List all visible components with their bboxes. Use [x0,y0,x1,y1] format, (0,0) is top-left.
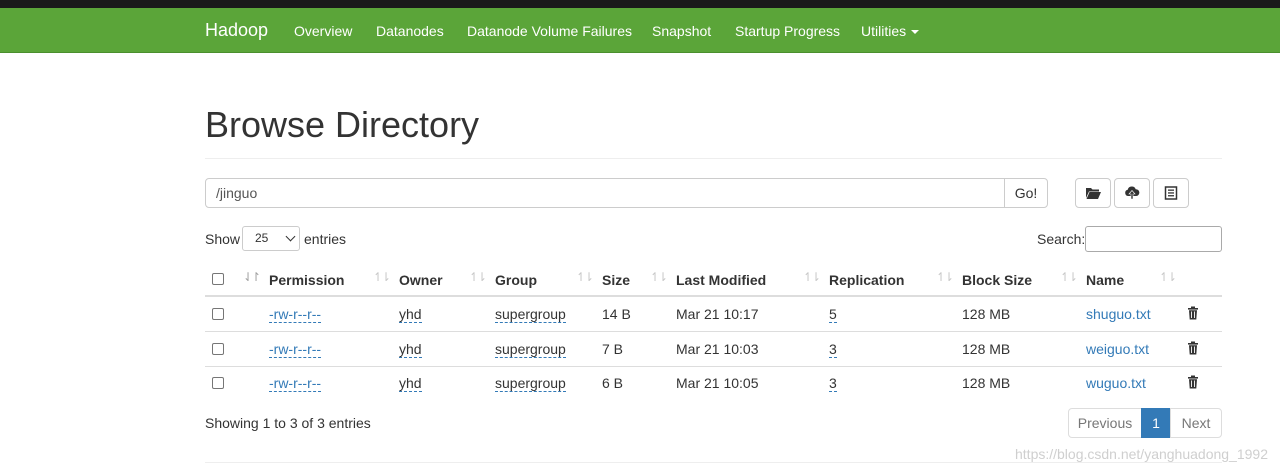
last-modified-cell: Mar 21 10:03 [676,341,759,357]
group-cell[interactable]: supergroup [495,306,566,323]
nav-datanodes[interactable]: Datanodes [376,23,444,39]
page-size-value: 25 [255,231,269,245]
row-checkbox[interactable] [212,308,224,320]
column-header-owner[interactable]: Owner [399,272,443,288]
permission-cell[interactable]: -rw-r--r-- [269,341,322,358]
sort-icon-group: ↿⇂ [576,270,594,284]
list-alt-icon [1164,186,1178,200]
column-header-group[interactable]: Group [495,272,537,288]
row-checkbox[interactable] [212,343,224,355]
column-header-replication[interactable]: Replication [829,272,904,288]
group-cell[interactable]: supergroup [495,375,566,392]
table-info-text: Showing 1 to 3 of 3 entries [205,415,371,431]
folder-open-icon [1086,188,1101,199]
trash-icon[interactable] [1186,306,1200,320]
upload-files-button[interactable] [1114,178,1150,208]
column-header-name[interactable]: Name [1086,272,1124,288]
search-input[interactable] [1085,226,1222,252]
directory-path-input[interactable] [205,178,1005,208]
last-modified-cell: Mar 21 10:17 [676,306,759,322]
row-divider [205,331,1222,332]
next-page-button[interactable]: Next [1170,408,1222,438]
file-name-link[interactable]: weiguo.txt [1086,341,1149,357]
entries-label: entries [304,231,347,247]
table-header-divider [205,295,1222,297]
caret-down-icon [911,30,920,35]
size-cell: 7 B [602,341,624,357]
sort-icon-size: ↿⇂ [650,270,668,284]
size-cell: 14 B [602,306,631,322]
show-label: Show [205,231,241,247]
chevron-down-icon [285,231,296,242]
nav-overview[interactable]: Overview [294,23,352,39]
go-button[interactable]: Go! [1004,178,1048,208]
page-1-button[interactable]: 1 [1141,408,1171,438]
owner-cell[interactable]: yhd [399,306,422,323]
owner-cell[interactable]: yhd [399,375,422,392]
replication-cell[interactable]: 5 [829,306,837,323]
column-header-block-size[interactable]: Block Size [962,272,1032,288]
previous-page-button[interactable]: Previous [1068,408,1142,438]
permission-cell[interactable]: -rw-r--r-- [269,375,322,392]
search-label: Search: [1037,231,1086,247]
sort-icon-permission: ↿⇂ [373,270,391,284]
brand-logo[interactable]: Hadoop [205,20,268,41]
sort-icon-name: ↿⇂ [1159,270,1177,284]
nav-utilities[interactable]: Utilities [861,23,920,39]
block-size-cell: 128 MB [962,375,1011,391]
replication-cell[interactable]: 3 [829,341,837,358]
page-size-select[interactable]: 25 [242,226,300,251]
sort-icon-owner: ↿⇂ [469,270,487,284]
nav-snapshot[interactable]: Snapshot [652,23,711,39]
column-header-size[interactable]: Size [602,272,630,288]
row-checkbox[interactable] [212,377,224,389]
sort-asc-icon[interactable]: ⇃↾ [243,270,261,284]
file-name-link[interactable]: wuguo.txt [1086,375,1146,391]
file-name-link[interactable]: shuguo.txt [1086,306,1151,322]
replication-cell[interactable]: 3 [829,375,837,392]
watermark: https://blog.csdn.net/yanghuadong_1992 [1015,446,1268,462]
row-divider [205,366,1222,367]
block-size-cell: 128 MB [962,306,1011,322]
column-header-permission[interactable]: Permission [269,272,344,288]
window-top-strip [0,0,1280,8]
size-cell: 6 B [602,375,624,391]
sort-icon-replication: ↿⇂ [936,270,954,284]
group-cell[interactable]: supergroup [495,341,566,358]
nav-datanode-volume-failures[interactable]: Datanode Volume Failures [467,23,632,39]
sort-icon-last-modified: ↿⇂ [803,270,821,284]
cut-paste-button[interactable] [1153,178,1189,208]
trash-icon[interactable] [1186,375,1200,389]
footer-divider [205,462,1222,463]
block-size-cell: 128 MB [962,341,1011,357]
nav-startup-progress[interactable]: Startup Progress [735,23,840,39]
upload-cloud-icon [1125,186,1140,200]
last-modified-cell: Mar 21 10:05 [676,375,759,391]
page-title: Browse Directory [205,104,480,145]
trash-icon[interactable] [1186,341,1200,355]
owner-cell[interactable]: yhd [399,341,422,358]
column-header-last-modified[interactable]: Last Modified [676,272,766,288]
permission-cell[interactable]: -rw-r--r-- [269,306,322,323]
select-all-checkbox[interactable] [212,273,224,285]
top-navbar: Hadoop Overview Datanodes Datanode Volum… [0,8,1280,53]
title-divider [205,158,1222,159]
create-directory-button[interactable] [1075,178,1111,208]
sort-icon-block-size: ↿⇂ [1060,270,1078,284]
nav-utilities-label: Utilities [861,23,907,39]
